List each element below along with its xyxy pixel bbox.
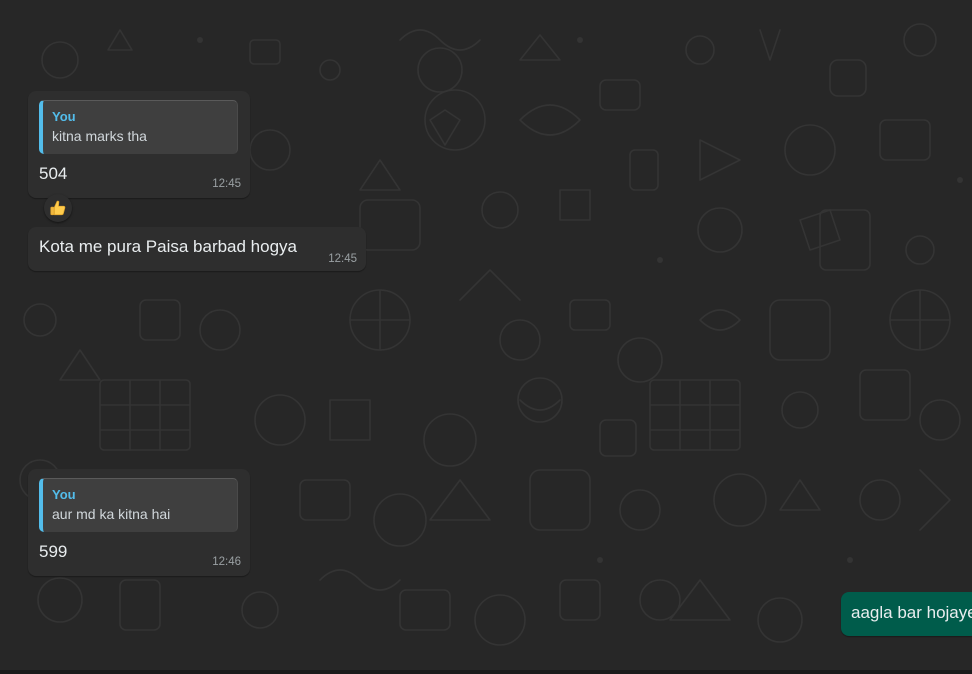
quoted-message[interactable]: You aur md ka kitna hai (39, 478, 238, 532)
message-text: 504 (39, 164, 68, 183)
bottom-edge-divider (0, 670, 972, 674)
quoted-message-text: aur md ka kitna hai (52, 506, 171, 522)
message-timestamp: 12:46 (212, 556, 241, 568)
message-text: Kota me pura Paisa barbad hogya (39, 237, 298, 256)
incoming-message-bubble[interactable]: You kitna marks tha 504 12:45 (28, 91, 250, 198)
quoted-message-author: You (52, 109, 76, 124)
message-timestamp: 12:45 (328, 253, 357, 265)
thumbs-up-icon (50, 200, 66, 216)
outgoing-message-bubble[interactable]: aagla bar hojaye (841, 592, 972, 636)
reaction-badge[interactable] (44, 194, 72, 222)
message-timestamp: 12:45 (212, 178, 241, 190)
quoted-message-text: kitna marks tha (52, 128, 147, 144)
quoted-message-author: You (52, 487, 76, 502)
message-text: 599 (39, 542, 68, 561)
incoming-message-bubble[interactable]: You aur md ka kitna hai 599 12:46 (28, 469, 250, 576)
quoted-message[interactable]: You kitna marks tha (39, 100, 238, 154)
incoming-message-bubble[interactable]: Kota me pura Paisa barbad hogya 12:45 (28, 227, 366, 271)
message-text: aagla bar hojaye (851, 603, 972, 622)
